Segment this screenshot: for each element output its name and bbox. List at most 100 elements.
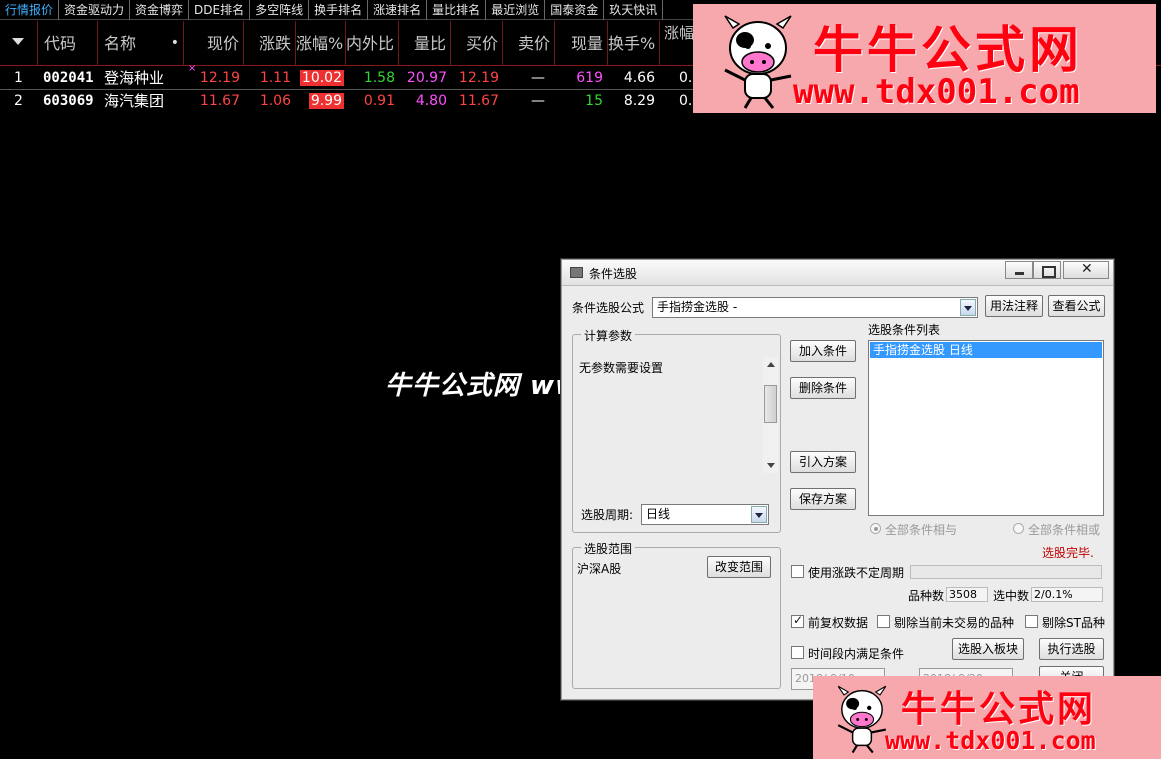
selected-label: 选中数 — [993, 589, 1030, 603]
params-scrollbar[interactable] — [763, 357, 778, 473]
row-name: 海汽集团 — [104, 92, 165, 110]
row-price: 11.67 — [199, 93, 240, 109]
maximize-button[interactable] — [1033, 261, 1061, 279]
dot-icon: • — [170, 35, 179, 51]
save-plan-button[interactable]: 保存方案 — [790, 488, 856, 510]
formula-label: 条件选股公式 — [572, 301, 645, 315]
period-value: 日线 — [646, 507, 671, 521]
col-name-label: 名称 — [104, 34, 137, 53]
table-row[interactable]: 2 603069 海汽集团 11.67 1.06 9.99 0.91 4.80 … — [0, 89, 700, 111]
scroll-down-icon[interactable] — [767, 463, 775, 468]
row-pct: 10.02 — [299, 70, 344, 86]
row-name: 登海种业 — [104, 69, 165, 87]
dialog-title: 条件选股 — [589, 267, 638, 281]
tab-speed-rank[interactable]: 涨速排名 — [368, 0, 428, 20]
var-period-checkbox[interactable] — [791, 565, 804, 578]
row-vol: 15 — [585, 93, 603, 109]
tab-guotai-fund[interactable]: 国泰资金 — [545, 0, 605, 20]
row-index: 2 — [14, 93, 23, 109]
col-inout[interactable]: 内外比 — [346, 21, 399, 66]
condition-select-dialog: 条件选股 ✕ 条件选股公式 手指捞金选股 - 用法注释 查看公式 计算参数 无参… — [561, 259, 1114, 700]
params-group-title: 计算参数 — [581, 327, 636, 344]
prior-adjust-label: 前复权数据 — [808, 616, 869, 630]
tab-news[interactable]: 玖天快讯 — [604, 0, 664, 20]
add-condition-button[interactable]: 加入条件 — [790, 340, 856, 362]
var-period-label: 使用涨跌不定周期 — [808, 566, 905, 580]
col-code[interactable]: 代码 — [38, 21, 98, 66]
tab-recent[interactable]: 最近浏览 — [486, 0, 546, 20]
count-label: 品种数 — [908, 589, 945, 603]
tab-fund-drive[interactable]: 资金驱动力 — [59, 0, 131, 20]
exclude-untraded-checkbox[interactable] — [877, 615, 890, 628]
condition-list[interactable]: 手指捞金选股 日线 — [868, 340, 1104, 516]
tab-turnover-rank[interactable]: 换手排名 — [309, 0, 369, 20]
col-price[interactable]: 现价 — [184, 21, 244, 66]
tab-dde-rank[interactable]: DDE排名 — [189, 0, 251, 20]
condition-list-item[interactable]: 手指捞金选股 日线 — [870, 342, 1102, 358]
col-pct[interactable]: 涨幅% — [296, 21, 346, 66]
row-turnover: 8.29 — [623, 93, 655, 109]
exclude-st-label: 剔除ST品种 — [1042, 616, 1105, 630]
formula-value: 手指捞金选股 - — [657, 300, 738, 314]
radio-or-label: 全部条件相或 — [1028, 523, 1101, 537]
col-name[interactable]: 名称 • — [98, 21, 184, 66]
col-bid[interactable]: 买价 — [451, 21, 503, 66]
sort-menu-button[interactable] — [0, 21, 38, 66]
tab-long-short[interactable]: 多空阵线 — [250, 0, 310, 20]
minimize-button[interactable] — [1005, 261, 1033, 279]
ad-title: 牛牛公式网 — [901, 688, 1097, 730]
dialog-titlebar[interactable]: 条件选股 ✕ — [562, 260, 1113, 286]
col-turnover[interactable]: 换手% — [608, 21, 660, 66]
row-change: 1.11 — [259, 70, 291, 86]
row-extra: 0. — [679, 70, 693, 86]
col-ask[interactable]: 卖价 — [503, 21, 555, 66]
execute-select-button[interactable]: 执行选股 — [1039, 638, 1104, 660]
ad-url: www.tdx001.com — [885, 726, 1096, 755]
period-label: 选股周期: — [581, 508, 634, 522]
col-volratio[interactable]: 量比 — [399, 21, 451, 66]
col-vol[interactable]: 现量 — [555, 21, 608, 66]
col-change[interactable]: 涨跌 — [244, 21, 296, 66]
chevron-down-icon — [12, 38, 24, 45]
row-inout: 0.91 — [363, 93, 395, 109]
row-turnover: 4.66 — [623, 70, 655, 86]
range-value: 沪深A股 — [577, 562, 622, 576]
exclude-st-checkbox[interactable] — [1025, 615, 1038, 628]
select-to-block-button[interactable]: 选股入板块 — [952, 638, 1024, 660]
time-period-checkbox[interactable] — [791, 646, 804, 659]
row-bid: 12.19 — [458, 70, 499, 86]
exclude-untraded-label: 剔除当前未交易的品种 — [894, 616, 1015, 630]
progress-bar — [910, 565, 1102, 579]
formula-select[interactable]: 手指捞金选股 - — [652, 297, 978, 318]
row-code: 603069 — [43, 93, 94, 109]
tab-volratio-rank[interactable]: 量比排名 — [427, 0, 487, 20]
row-index: 1 — [14, 70, 23, 86]
ad-banner-top: 牛牛公式网 www.tdx001.com — [693, 4, 1156, 113]
col-pct-2[interactable]: 涨幅 — [664, 24, 694, 42]
view-formula-button[interactable]: 查看公式 — [1048, 295, 1105, 317]
close-window-button[interactable]: ✕ — [1063, 261, 1109, 279]
close-icon: ✕ — [1081, 261, 1093, 277]
period-select[interactable]: 日线 — [641, 504, 769, 525]
import-plan-button[interactable]: 引入方案 — [790, 451, 856, 473]
tab-quote[interactable]: 行情报价 — [0, 0, 60, 20]
dropdown-arrow-icon — [751, 506, 767, 523]
prior-adjust-checkbox[interactable] — [791, 613, 804, 628]
radio-or[interactable] — [1013, 523, 1024, 534]
usage-notes-button[interactable]: 用法注释 — [985, 295, 1043, 317]
row-pct: 9.99 — [308, 93, 344, 109]
tab-fund-game[interactable]: 资金博弈 — [130, 0, 190, 20]
table-row[interactable]: 1 002041 登海种业 × 12.19 1.11 10.02 1.58 20… — [0, 63, 700, 90]
change-range-button[interactable]: 改变范围 — [707, 556, 771, 578]
row-vol: 619 — [576, 70, 603, 86]
scroll-up-icon[interactable] — [767, 362, 775, 367]
cow-mascot-icon — [724, 15, 792, 109]
params-text: 无参数需要设置 — [579, 361, 664, 375]
radio-and[interactable] — [870, 523, 881, 534]
delete-condition-button[interactable]: 删除条件 — [790, 377, 856, 399]
row-extra: 0. — [679, 93, 693, 109]
row-price: 12.19 — [199, 70, 240, 86]
range-group-title: 选股范围 — [581, 540, 636, 557]
scroll-thumb[interactable] — [764, 385, 777, 423]
row-inout: 1.58 — [363, 70, 395, 86]
